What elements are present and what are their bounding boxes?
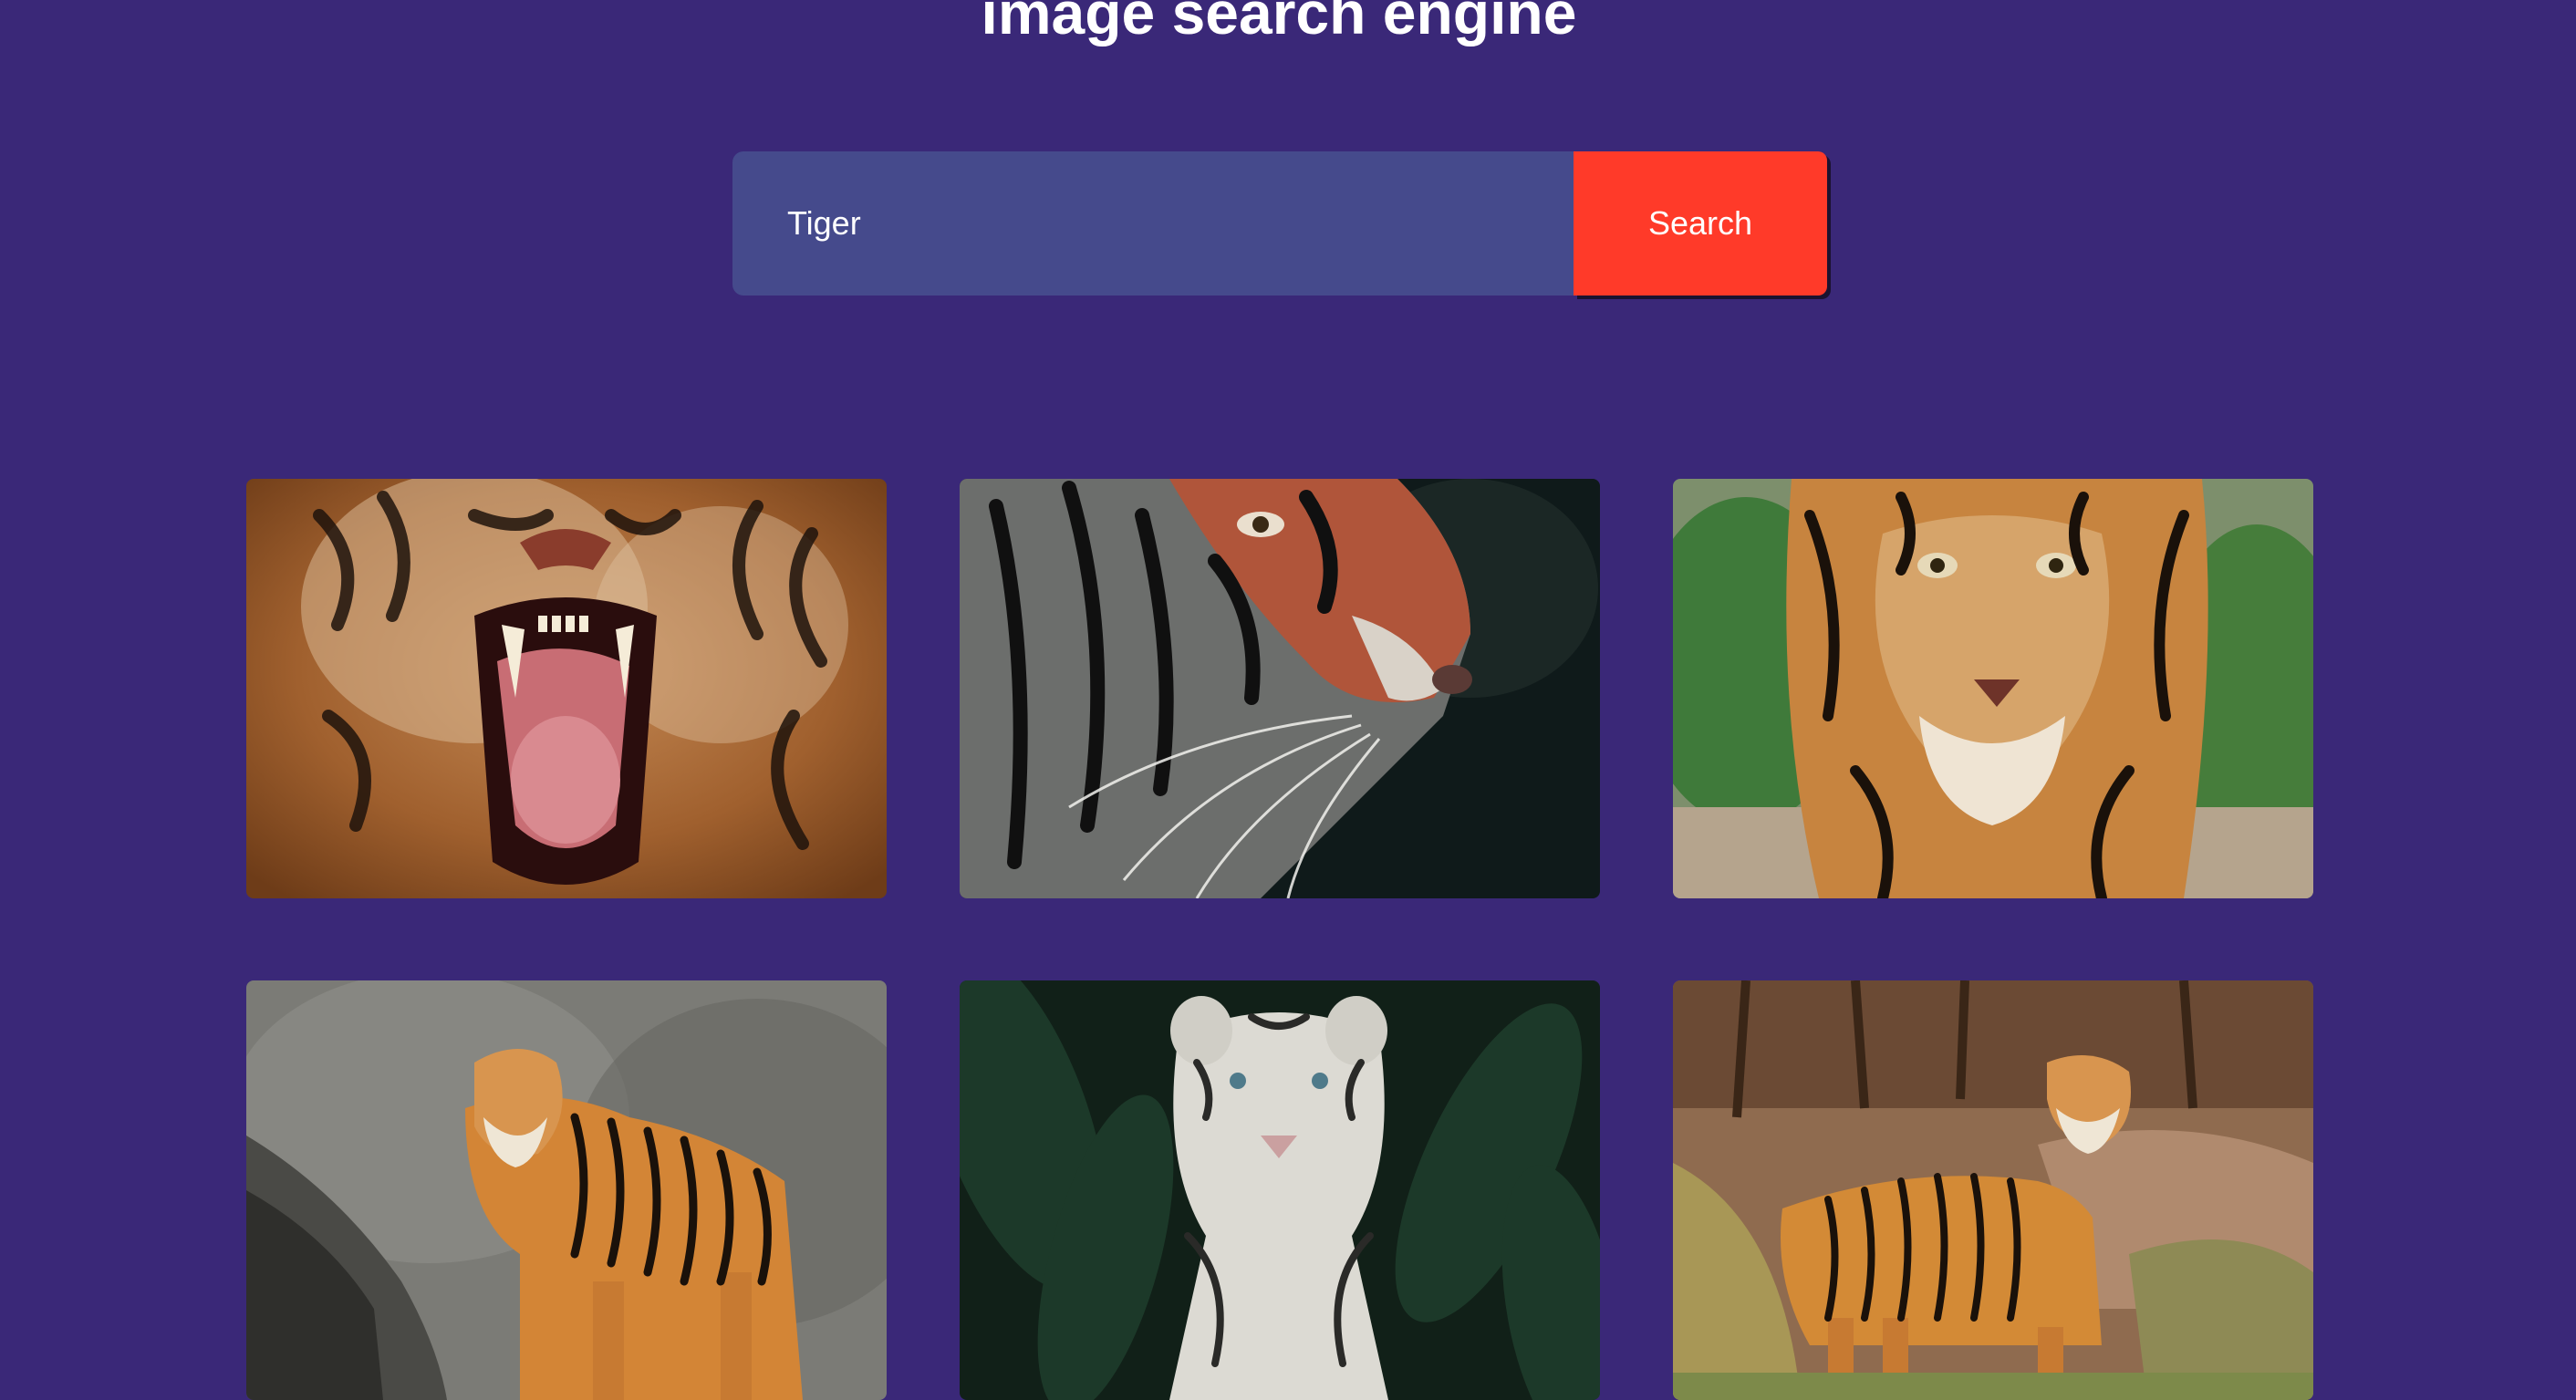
search-button[interactable]: Search	[1574, 151, 1827, 296]
tiger-profile-image	[960, 479, 1600, 898]
tiger-grass-image	[1673, 980, 2313, 1400]
page-title: image search engine	[981, 0, 1577, 47]
image-result[interactable]	[960, 479, 1600, 898]
white-tiger-image	[960, 980, 1600, 1400]
image-result[interactable]	[1673, 980, 2313, 1400]
tiger-forward-image	[1673, 479, 2313, 898]
image-result[interactable]	[1673, 479, 2313, 898]
image-result[interactable]	[246, 980, 887, 1400]
image-result[interactable]	[960, 980, 1600, 1400]
roaring-tiger-image	[246, 479, 887, 898]
image-grid	[246, 479, 2313, 1400]
search-form: Search	[732, 151, 1827, 296]
image-result[interactable]	[246, 479, 887, 898]
search-input[interactable]	[732, 151, 1574, 296]
tiger-on-rock-image	[246, 980, 887, 1400]
